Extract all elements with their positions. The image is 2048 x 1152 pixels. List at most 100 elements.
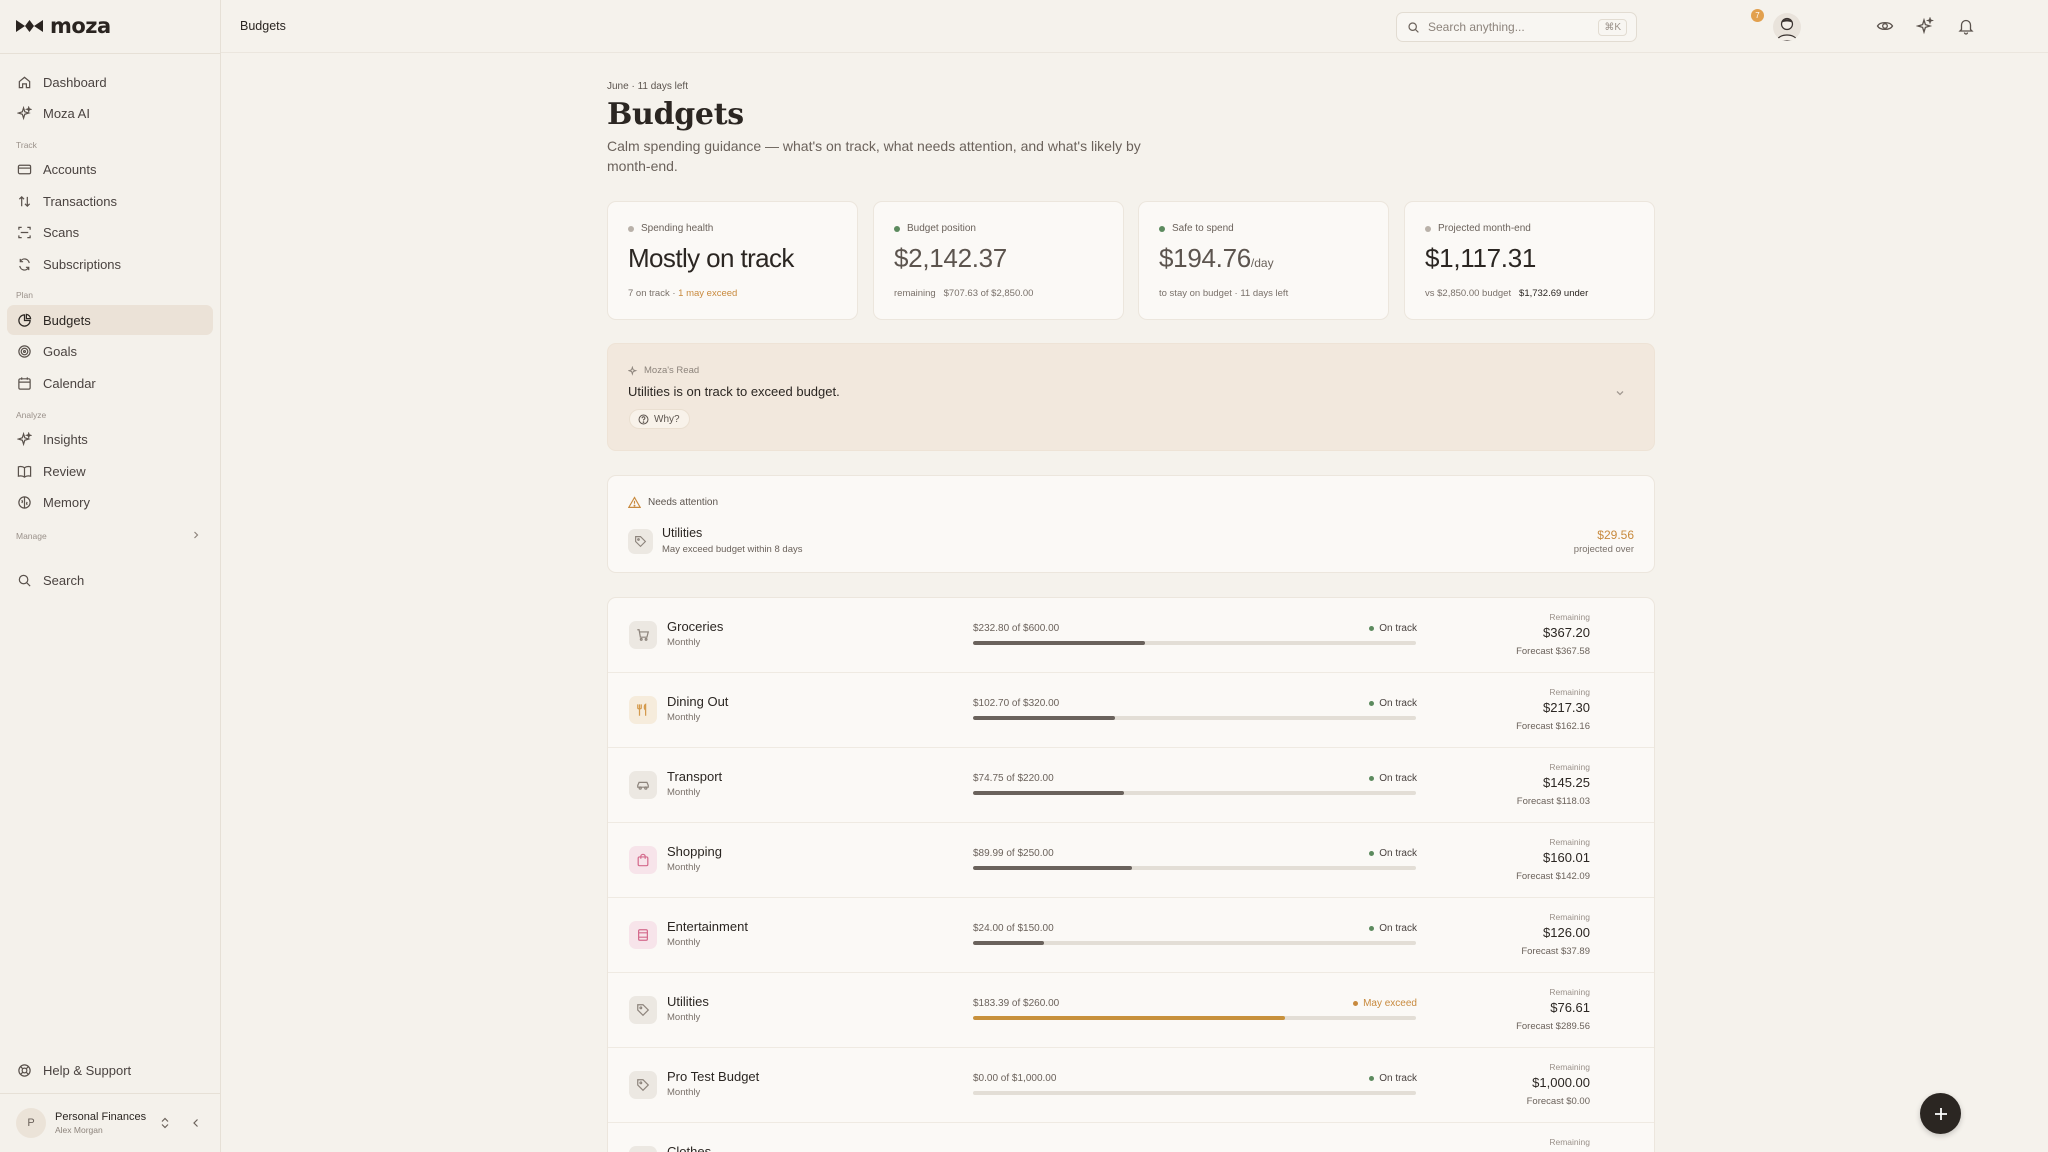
- budget-row[interactable]: Utilities Monthly $183.39 of $260.00 May ex…: [608, 973, 1654, 1048]
- sidebar-item-search[interactable]: Search: [7, 565, 213, 595]
- sidebar-item-budgets[interactable]: Budgets: [7, 305, 213, 335]
- chevron-down-icon[interactable]: [1614, 387, 1626, 399]
- tag-icon: [629, 996, 657, 1024]
- forecast-amount: Forecast $162.16: [1516, 721, 1590, 732]
- sidebar-item-label: Moza AI: [43, 105, 90, 121]
- lifebuoy-icon: [18, 1063, 31, 1077]
- moza-read-panel: Moza's Read Utilities is on track to exc…: [607, 343, 1655, 451]
- budget-spent: $89.99 of $250.00: [973, 848, 1054, 859]
- sidebar-item-memory[interactable]: Memory: [7, 487, 213, 517]
- sidebar-item-dashboard[interactable]: Dashboard: [7, 67, 213, 97]
- why-label: Why?: [654, 413, 680, 425]
- sidebar-item-moza-ai[interactable]: Moza AI: [7, 98, 213, 128]
- forecast-amount: Forecast $367.58: [1516, 646, 1590, 657]
- add-budget-button[interactable]: [1920, 1093, 1961, 1134]
- safe-amount: $194.76: [1159, 243, 1251, 273]
- page-title: Budgets: [607, 97, 744, 132]
- sidebar-section-analyze: Analyze: [16, 410, 47, 420]
- sparkle-icon[interactable]: [1916, 17, 1934, 35]
- sidebar-item-transactions[interactable]: Transactions: [7, 186, 213, 216]
- budget-row[interactable]: Clothes Remaining: [608, 1123, 1654, 1152]
- safe-to-spend-card[interactable]: Safe to spend $194.76/day to stay on bud…: [1138, 201, 1389, 320]
- scrollbar[interactable]: [2041, 54, 2046, 1152]
- budget-row[interactable]: Dining Out Monthly $102.70 of $320.00 On tr…: [608, 673, 1654, 748]
- collapse-sidebar-icon[interactable]: [191, 1118, 201, 1128]
- eye-icon[interactable]: [1876, 17, 1894, 35]
- remaining-label: Remaining: [1549, 762, 1590, 772]
- budget-name: Transport: [667, 769, 723, 784]
- card-value: Mostly on track: [628, 243, 794, 273]
- budget-spent: $24.00 of $150.00: [973, 923, 1054, 934]
- sidebar-divider: [0, 53, 221, 54]
- sidebar-item-subscriptions[interactable]: Subscriptions: [7, 249, 213, 279]
- budget-period: Monthly: [667, 937, 701, 948]
- pie-icon: [18, 313, 32, 327]
- sidebar-item-help[interactable]: Help & Support: [7, 1055, 213, 1085]
- progress-track: [973, 1091, 1416, 1095]
- utensils-icon: [629, 696, 657, 724]
- remaining-label: Remaining: [1549, 837, 1590, 847]
- search-icon: [18, 574, 31, 587]
- card-sub: 7 on track · 1 may exceed: [628, 288, 737, 299]
- sidebar-item-label: Accounts: [43, 161, 97, 177]
- projected-month-end-card[interactable]: Projected month-end $1,117.31 vs $2,850.…: [1404, 201, 1655, 320]
- progress-track: [973, 1016, 1416, 1020]
- chevron-up-down-icon[interactable]: [160, 1117, 170, 1129]
- budget-row[interactable]: Entertainment Monthly $24.00 of $150.00 On …: [608, 898, 1654, 973]
- progress-track: [973, 716, 1416, 720]
- chevron-right-icon[interactable]: [192, 531, 200, 539]
- budget-row[interactable]: Pro Test Budget Monthly $0.00 of $1,000.00…: [608, 1048, 1654, 1123]
- budget-name: Entertainment: [667, 919, 748, 934]
- budget-name: Clothes: [667, 1144, 712, 1152]
- card-sub: vs $2,850.00 budget $1,732.69 under: [1425, 288, 1588, 299]
- attention-item-utilities[interactable]: Utilities May exceed budget within 8 day…: [628, 526, 1634, 560]
- budget-name: Groceries: [667, 619, 724, 634]
- sidebar-item-review[interactable]: Review: [7, 456, 213, 486]
- status-dot: [1369, 851, 1375, 856]
- account-avatar: P: [16, 1108, 46, 1138]
- sidebar-item-calendar[interactable]: Calendar: [7, 368, 213, 398]
- scan-icon: [18, 226, 31, 238]
- cart-icon: [629, 621, 657, 649]
- sidebar-item-label: Help & Support: [43, 1062, 132, 1078]
- sidebar-item-label: Transactions: [43, 193, 117, 209]
- projected-over-amount: $29.56: [1597, 528, 1634, 542]
- sidebar-section-manage[interactable]: Manage: [16, 531, 47, 541]
- brand-logo[interactable]: moza: [15, 14, 111, 38]
- bell-icon[interactable]: [1957, 17, 1975, 35]
- sidebar-item-label: Insights: [43, 431, 88, 447]
- card-label-row: Projected month-end: [1425, 223, 1531, 234]
- sidebar-item-insights[interactable]: Insights: [7, 424, 213, 454]
- account-name: Personal Finances: [55, 1111, 147, 1123]
- moza-read-label-row: Moza's Read: [628, 365, 699, 376]
- budget-position-card[interactable]: Budget position $2,142.37 remaining $707…: [873, 201, 1124, 320]
- remaining-label: Remaining: [1549, 987, 1590, 997]
- avatar[interactable]: [1773, 13, 1801, 41]
- spending-health-card[interactable]: Spending health Mostly on track 7 on tra…: [607, 201, 858, 320]
- status-badge: On track: [1369, 623, 1417, 634]
- budget-row[interactable]: Transport Monthly $74.75 of $220.00 On trac…: [608, 748, 1654, 823]
- help-circle-icon: [638, 414, 649, 424]
- projected-over-label: projected over: [1573, 544, 1634, 555]
- why-button[interactable]: Why?: [629, 409, 690, 429]
- search-input[interactable]: Search anything... ⌘K: [1396, 12, 1637, 42]
- card-value: $194.76/day: [1159, 243, 1274, 274]
- sidebar-item-accounts[interactable]: Accounts: [7, 154, 213, 184]
- under-amount: $1,732.69 under: [1519, 288, 1589, 299]
- card-label: Projected month-end: [1438, 223, 1531, 234]
- progress-fill: [973, 791, 1124, 795]
- budget-row[interactable]: Groceries Monthly $232.80 of $600.00 On tra…: [608, 598, 1654, 673]
- sidebar-item-goals[interactable]: Goals: [7, 336, 213, 366]
- warning-icon: [628, 496, 641, 508]
- car-icon: [629, 771, 657, 799]
- arrows-icon: [18, 195, 31, 207]
- status-label: On track: [1379, 848, 1417, 859]
- sparkle-icon: [17, 105, 32, 120]
- account-switcher[interactable]: P Personal Finances Alex Morgan: [16, 1108, 212, 1138]
- sidebar-divider: [0, 1093, 221, 1094]
- budget-name: Dining Out: [667, 694, 729, 709]
- account-user: Alex Morgan: [55, 1125, 103, 1135]
- sidebar-item-scans[interactable]: Scans: [7, 217, 213, 247]
- brand-name: moza: [50, 14, 111, 38]
- budget-row[interactable]: Shopping Monthly $89.99 of $250.00 On track…: [608, 823, 1654, 898]
